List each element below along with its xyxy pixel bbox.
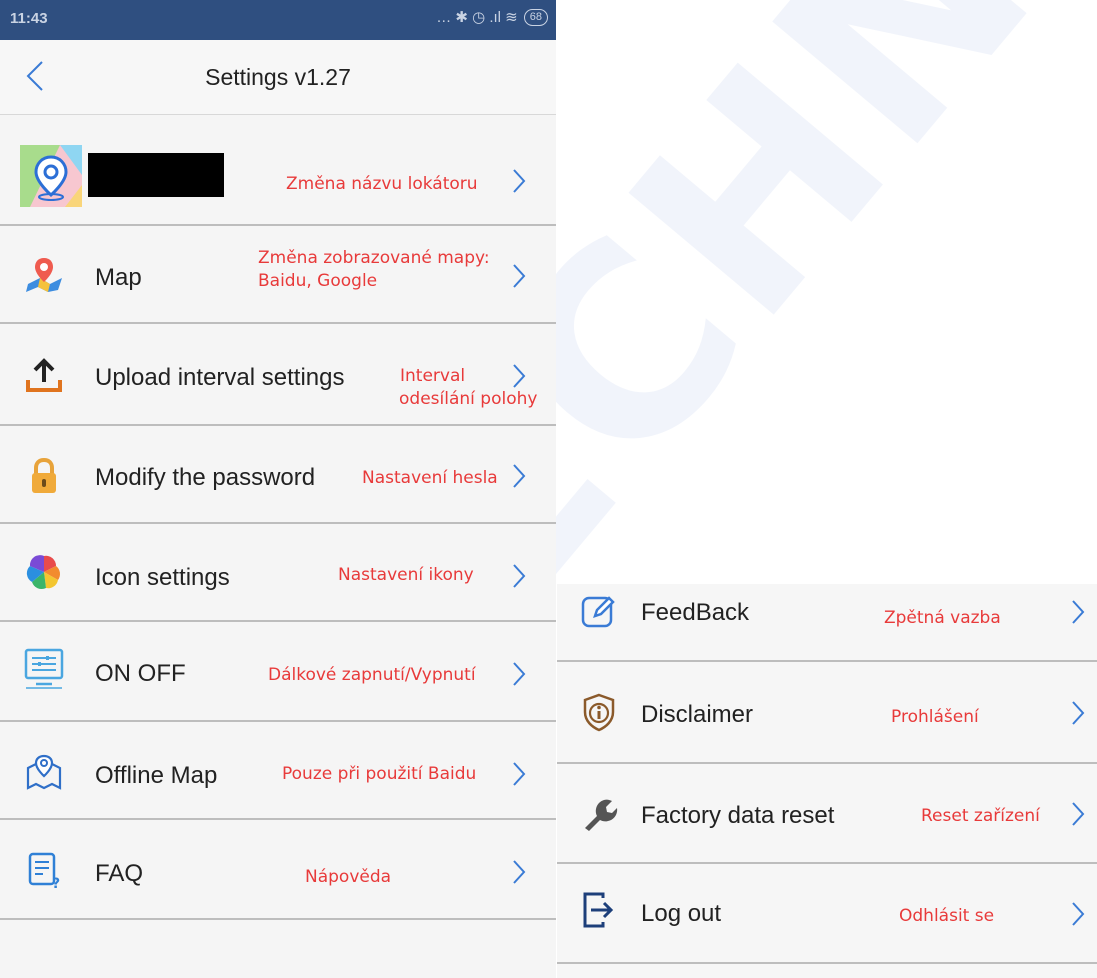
chevron-right-icon: [1072, 600, 1085, 624]
upload-icon: [22, 354, 66, 398]
status-bar: 11:43 … ✱ ◷ .ıl ≋ 68: [0, 0, 556, 40]
map-pin-icon: [22, 252, 66, 296]
header: Settings v1.27: [0, 40, 556, 115]
battery-icon: 68: [523, 8, 548, 26]
chevron-right-icon: [513, 464, 526, 488]
list-item-label: Icon settings: [95, 564, 230, 591]
list-item-label: FAQ: [95, 860, 144, 887]
list-item-locator-name[interactable]: Změna názvu lokátoru: [0, 115, 556, 226]
list-item-label: Modify the password: [95, 464, 316, 491]
annotation-map-line-1: Změna zobrazované mapy:: [258, 248, 490, 268]
annotation-upload-line-1: Interval: [400, 366, 466, 386]
chevron-right-icon: [513, 169, 526, 193]
annotation-log-out: Odhlásit se: [899, 906, 995, 926]
chevron-right-icon: [1072, 802, 1085, 826]
chevron-right-icon: [513, 762, 526, 786]
list-item-feedback[interactable]: FeedBack Zpětná vazba: [557, 584, 1097, 662]
chevron-right-icon: [513, 264, 526, 288]
location-app-icon: [20, 145, 82, 207]
page-title: Settings v1.27: [205, 64, 351, 90]
shield-info-icon: [579, 692, 619, 732]
edit-icon: [579, 592, 619, 632]
list-item-label: FeedBack: [641, 599, 750, 626]
list-item-faq[interactable]: ? FAQ Nápověda: [0, 820, 556, 920]
list-item-offline-map[interactable]: Offline Map Pouze při použití Baidu: [0, 722, 556, 820]
list-item-icon-settings[interactable]: Icon settings Nastavení ikony: [0, 524, 556, 622]
annotation-icon-settings: Nastavení ikony: [338, 565, 474, 585]
list-item-map[interactable]: Map Změna zobrazované mapy: Baidu, Googl…: [0, 226, 556, 324]
sliders-monitor-icon: [22, 646, 66, 690]
list-item-label: Upload interval settings: [95, 364, 345, 391]
lock-icon: [22, 454, 66, 498]
annotation-disclaimer: Prohlášení: [891, 707, 979, 727]
annotation-password: Nastavení hesla: [362, 468, 498, 488]
chevron-right-icon: [513, 564, 526, 588]
annotation-upload-line-2: odesílání polohy: [399, 389, 538, 409]
settings-screen-continued: FeedBack Zpětná vazba Disclaimer Prohláš…: [557, 584, 1097, 978]
settings-screen: 11:43 … ✱ ◷ .ıl ≋ 68 Settings v1.27 Změn…: [0, 0, 556, 978]
annotation-locator-name: Změna názvu lokátoru: [286, 174, 478, 194]
chevron-right-icon: [513, 860, 526, 884]
wrench-icon: [579, 792, 619, 832]
list-item-label: Map: [95, 264, 142, 291]
list-item-label: Factory data reset: [641, 802, 835, 829]
faq-document-icon: ?: [22, 848, 66, 892]
svg-text:?: ?: [52, 876, 60, 890]
list-item-log-out[interactable]: Log out Odhlásit se: [557, 864, 1097, 964]
annotation-map-line-2: Baidu, Google: [258, 271, 378, 291]
list-item-label: ON OFF: [95, 660, 186, 687]
status-icons: … ✱ ◷ .ıl ≋ 68: [436, 8, 548, 26]
logout-icon: [579, 890, 619, 930]
list-item-password[interactable]: Modify the password Nastavení hesla: [0, 426, 556, 524]
chevron-right-icon: [513, 662, 526, 686]
annotation-on-off: Dálkové zapnutí/Vypnutí: [268, 665, 476, 685]
list-item-disclaimer[interactable]: Disclaimer Prohlášení: [557, 662, 1097, 764]
annotation-factory-reset: Reset zařízení: [921, 806, 1040, 826]
annotation-feedback: Zpětná vazba: [884, 608, 1001, 628]
list-item-on-off[interactable]: ON OFF Dálkové zapnutí/Vypnutí: [0, 622, 556, 722]
list-item-upload-interval[interactable]: Upload interval settings Interval odesíl…: [0, 324, 556, 426]
list-item-label: Offline Map: [95, 762, 218, 789]
status-time: 11:43: [10, 10, 48, 27]
annotation-offline-map: Pouze při použití Baidu: [282, 764, 477, 784]
chevron-right-icon: [1072, 701, 1085, 725]
chevron-right-icon: [1072, 902, 1085, 926]
status-indicators: … ✱ ◷ .ıl ≋: [436, 9, 518, 26]
offline-map-icon: [22, 750, 66, 794]
list-item-label: Log out: [641, 900, 722, 927]
annotation-faq: Nápověda: [305, 867, 392, 887]
color-wheel-icon: [22, 550, 66, 594]
chevron-right-icon: [513, 364, 526, 388]
list-item-factory-reset[interactable]: Factory data reset Reset zařízení: [557, 764, 1097, 864]
list-item-label: Disclaimer: [641, 701, 754, 728]
redacted-device-name: [88, 153, 224, 197]
